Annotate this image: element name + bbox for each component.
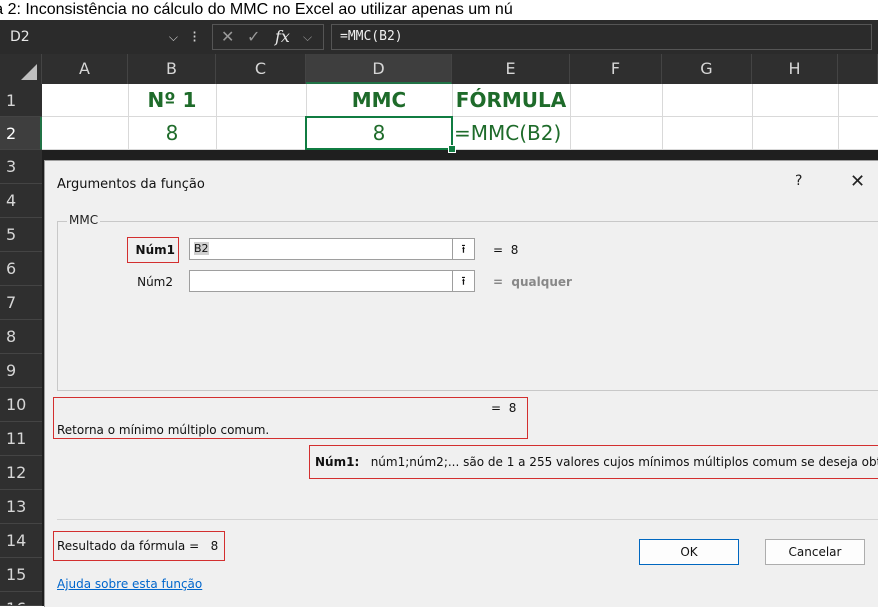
grid-line xyxy=(838,84,839,150)
row-header-6[interactable]: 6 xyxy=(0,252,42,286)
row-header-8[interactable]: 8 xyxy=(0,320,42,354)
column-header-i[interactable] xyxy=(838,54,878,84)
figure-caption: ura 2: Inconsistência no cálculo do MMC … xyxy=(0,1,513,18)
chevron-down-icon[interactable]: ⌵ xyxy=(303,25,312,49)
cell-e2[interactable]: =MMC(B2) xyxy=(452,117,572,149)
arg-help-text: núm1;núm2;... são de 1 a 255 valores cuj… xyxy=(370,455,878,469)
formula-result-label: Resultado da fórmula = xyxy=(57,539,200,553)
row-header-5[interactable]: 5 xyxy=(0,218,42,252)
close-icon[interactable]: ✕ xyxy=(850,171,865,192)
name-box-value: D2 xyxy=(10,29,30,45)
row-header-14[interactable]: 14 xyxy=(0,524,42,558)
arg1-result-value: 8 xyxy=(510,243,519,257)
equals-sign: = xyxy=(493,275,504,289)
arg2-input[interactable] xyxy=(189,270,453,292)
help-icon[interactable]: ? xyxy=(795,173,802,189)
arg2-label: Núm2 xyxy=(137,275,173,289)
select-all-button[interactable] xyxy=(0,54,42,84)
row-header-15[interactable]: 15 xyxy=(0,558,42,592)
column-header-d[interactable]: D xyxy=(306,54,452,84)
arg1-label: Núm1 xyxy=(135,243,175,257)
more-options-icon[interactable]: ⁝ xyxy=(192,24,197,50)
column-header-g[interactable]: G xyxy=(662,54,752,84)
ok-button[interactable]: OK xyxy=(639,539,739,565)
cell-area[interactable]: Nº 1 MMC FÓRMULA 8 8 =MMC(B2) xyxy=(42,84,878,153)
fill-handle[interactable] xyxy=(448,145,456,153)
grid-line xyxy=(752,84,753,150)
formula-input[interactable]: =MMC(B2) xyxy=(331,24,872,50)
row-header-12[interactable]: 12 xyxy=(0,456,42,490)
grid-line xyxy=(216,84,217,150)
help-link[interactable]: Ajuda sobre esta função xyxy=(57,577,202,591)
row-header-1[interactable]: 1 xyxy=(0,84,42,117)
select-all-icon xyxy=(21,64,37,80)
arg-help: Núm1: núm1;núm2;... são de 1 a 255 valor… xyxy=(315,455,878,469)
arg-help-label: Núm1: xyxy=(315,455,360,469)
formula-result: Resultado da fórmula = 8 xyxy=(57,539,218,553)
collapse-dialog-icon[interactable]: ⭱ xyxy=(453,270,475,292)
dialog-separator xyxy=(57,519,878,520)
formula-result-value: 8 xyxy=(210,539,219,553)
arg1-input[interactable]: B2 xyxy=(189,238,453,260)
row-header-16[interactable]: 16 xyxy=(0,592,42,606)
cancel-button[interactable]: Cancelar xyxy=(765,539,865,565)
grid-line xyxy=(662,84,663,150)
column-header-e[interactable]: E xyxy=(452,54,570,84)
name-box[interactable]: D2 ⌵ xyxy=(6,24,184,50)
arg1-value: B2 xyxy=(194,242,209,255)
row-header-7[interactable]: 7 xyxy=(0,286,42,320)
row-header-2[interactable]: 2 xyxy=(0,117,42,150)
row-header-13[interactable]: 13 xyxy=(0,490,42,524)
dialog-title: Argumentos da função xyxy=(57,177,205,192)
row-header-11[interactable]: 11 xyxy=(0,422,42,456)
arg1-result: = 8 xyxy=(493,243,518,257)
row-header-4[interactable]: 4 xyxy=(0,184,42,218)
confirm-entry-icon[interactable]: ✓ xyxy=(247,25,260,49)
insert-function-button[interactable]: fx xyxy=(275,25,290,49)
cancel-entry-icon[interactable]: ✕ xyxy=(221,25,234,49)
column-header-f[interactable]: F xyxy=(570,54,662,84)
formula-bar: D2 ⌵ ⁝ ✕ ✓ fx ⌵ =MMC(B2) xyxy=(0,20,878,54)
function-arguments-dialog: Argumentos da função ? ✕ MMC Núm1 B2 ⭱ =… xyxy=(44,160,878,607)
cell-e1[interactable]: FÓRMULA xyxy=(452,84,570,116)
cell-d1[interactable]: MMC xyxy=(306,84,452,116)
function-name-label: MMC xyxy=(67,213,101,227)
function-result: = 8 xyxy=(491,401,516,415)
arg2-result: = qualquer xyxy=(493,275,572,289)
column-header-c[interactable]: C xyxy=(216,54,306,84)
row-header-3[interactable]: 3 xyxy=(0,150,42,184)
cell-b2[interactable]: 8 xyxy=(128,117,216,149)
equals-sign: = xyxy=(491,401,502,415)
column-header-a[interactable]: A xyxy=(42,54,128,84)
formula-buttons: ✕ ✓ fx ⌵ xyxy=(212,24,324,50)
column-header-b[interactable]: B xyxy=(128,54,216,84)
active-cell-border xyxy=(305,116,453,150)
row-header-10[interactable]: 10 xyxy=(0,388,42,422)
row-header-9[interactable]: 9 xyxy=(0,354,42,388)
function-result-value: 8 xyxy=(508,401,517,415)
equals-sign: = xyxy=(493,243,504,257)
grid-line xyxy=(42,149,878,150)
chevron-down-icon[interactable]: ⌵ xyxy=(169,24,178,50)
collapse-dialog-icon[interactable]: ⭱ xyxy=(453,238,475,260)
column-header-h[interactable]: H xyxy=(752,54,838,84)
function-description: Retorna o mínimo múltiplo comum. xyxy=(57,423,270,437)
arg2-result-value: qualquer xyxy=(511,275,572,289)
cell-b1[interactable]: Nº 1 xyxy=(128,84,216,116)
